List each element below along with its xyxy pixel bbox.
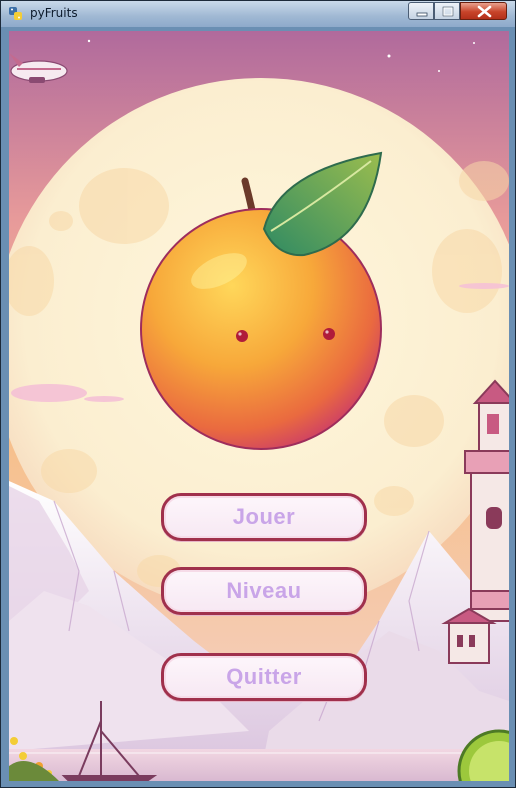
window-title: pyFruits (30, 6, 78, 20)
title-bar[interactable]: pyFruits (1, 1, 515, 27)
minimize-icon (416, 12, 428, 17)
minimize-button[interactable] (408, 2, 434, 20)
app-window: pyFruits Jouer Niveau Quitter (0, 0, 516, 788)
python-logo-icon (9, 7, 22, 20)
play-button[interactable]: Jouer (161, 493, 367, 541)
close-icon (477, 5, 492, 18)
close-button[interactable] (460, 2, 507, 20)
quit-button[interactable]: Quitter (161, 653, 367, 701)
game-menu-scene: Jouer Niveau Quitter (9, 31, 509, 781)
maximize-button[interactable] (434, 2, 460, 20)
level-button[interactable]: Niveau (161, 567, 367, 615)
maximize-icon (442, 6, 454, 17)
